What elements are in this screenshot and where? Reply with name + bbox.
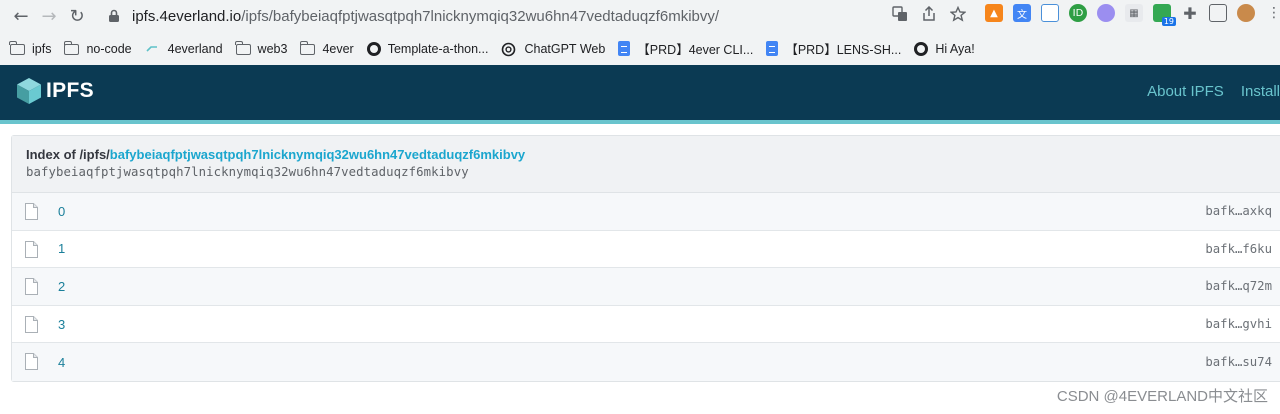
folder-icon [234, 41, 251, 55]
address-bar[interactable]: ipfs.4everland.io/ipfs/bafybeiaqfptjwasq… [98, 2, 978, 30]
ai-extension-icon[interactable] [1097, 4, 1115, 22]
qr-icon[interactable]: ▦ [1125, 4, 1143, 22]
ipfs-title: IPFS [46, 79, 94, 102]
omnibox-actions [892, 5, 967, 26]
bookmark-label: Template-a-thon... [387, 41, 489, 56]
index-prefix: Index of /ipfs/ [26, 147, 110, 162]
file-icon [25, 315, 38, 333]
table-row: 3 bafk…gvhi [12, 306, 1280, 344]
bookmark-label: ipfs [32, 41, 52, 56]
drop-icon[interactable] [1041, 4, 1059, 22]
menu-kebab-icon[interactable]: ⋮ [1265, 4, 1280, 22]
folder-icon [299, 41, 316, 55]
bookmark-web3[interactable]: web3 [234, 37, 295, 61]
bookmark-label: ChatGPT Web [524, 41, 606, 56]
table-row: 1 bafk…f6ku [12, 231, 1280, 269]
bookmark-label: 4everland [167, 41, 223, 56]
extensions-bar: ▲ 文 ID ▦ 19 ✚ ⋮ [985, 4, 1280, 26]
bookmark-label: no-code [86, 41, 132, 56]
ipfs-cube-icon [16, 77, 42, 105]
translate-extension-icon[interactable]: 文 [1013, 4, 1031, 22]
bookmark-no-code[interactable]: no-code [63, 37, 138, 61]
file-icon [25, 240, 38, 258]
file-link[interactable]: 2 [58, 279, 65, 294]
file-hash[interactable]: bafk…axkq [1205, 204, 1272, 218]
browser-chrome: ← → ↻ ipfs.4everland.io/ipfs/bafybeiaqfp… [0, 0, 1280, 65]
address-bar-row: ← → ↻ ipfs.4everland.io/ipfs/bafybeiaqfp… [0, 0, 1280, 32]
bookmark-label: web3 [257, 41, 288, 56]
folder-icon [63, 41, 80, 55]
file-link[interactable]: 3 [58, 317, 65, 332]
table-row: 0 bafk…axkq [12, 193, 1280, 231]
bookmark-label: 【PRD】4ever CLI... [637, 43, 754, 57]
badge-count: 19 [1161, 17, 1176, 26]
file-link[interactable]: 0 [58, 204, 65, 219]
extension-badge-icon[interactable]: 19 [1153, 4, 1176, 26]
file-hash[interactable]: bafk…gvhi [1205, 317, 1272, 331]
bookmarks-bar: ipfs no-code 4everland web3 4ever Templa… [0, 32, 1280, 65]
folder-icon [9, 41, 25, 55]
4everland-icon [145, 42, 161, 56]
bookmark-prd-4ever-cli[interactable]: 【PRD】4ever CLI... [618, 37, 760, 61]
chatgpt-icon [501, 42, 517, 56]
bookmark-hi-aya[interactable]: Hi Aya! [914, 37, 981, 61]
nav-about-ipfs[interactable]: About IPFS [1147, 83, 1224, 100]
back-button[interactable]: ← [9, 4, 33, 28]
bookmark-label: Hi Aya! [935, 41, 975, 56]
globe-icon [914, 41, 929, 56]
table-row: 4 bafk…su74 [12, 343, 1280, 381]
index-cid-link[interactable]: bafybeiaqfptjwasqtpqh7lnicknymqiq32wu6hn… [110, 147, 525, 162]
share-icon[interactable] [922, 5, 936, 26]
reload-button[interactable]: ↻ [65, 4, 89, 28]
directory-listing: Index of /ipfs/bafybeiaqfptjwasqtpqh7lni… [11, 135, 1280, 382]
url-path: /ipfs/bafybeiaqfptjwasqtpqh7lnicknymqiq3… [241, 7, 720, 25]
bookmark-ipfs[interactable]: ipfs [9, 37, 58, 61]
cid-plain: bafybeiaqfptjwasqtpqh7lnicknymqiq32wu6hn… [26, 165, 469, 179]
listing-header: Index of /ipfs/bafybeiaqfptjwasqtpqh7lni… [12, 136, 1280, 193]
ipfs-logo[interactable]: IPFS [16, 77, 94, 105]
side-panel-icon[interactable] [1209, 4, 1227, 22]
doc-icon [618, 41, 631, 56]
file-icon [25, 353, 38, 371]
file-hash[interactable]: bafk…q72m [1205, 279, 1272, 293]
watermark: CSDN @4EVERLAND中文社区 [1056, 388, 1268, 405]
id-icon[interactable]: ID [1069, 4, 1087, 22]
file-icon [25, 278, 38, 296]
listing-rows: 0 bafk…axkq 1 bafk…f6ku 2 bafk…q72m 3 ba… [12, 193, 1280, 381]
bookmark-star-icon[interactable] [949, 5, 967, 26]
bookmark-4ever[interactable]: 4ever [299, 37, 360, 61]
index-title: Index of /ipfs/bafybeiaqfptjwasqtpqh7lni… [26, 147, 1266, 162]
bookmark-chatgpt-web[interactable]: ChatGPT Web [501, 37, 612, 61]
header-accent-strip [0, 120, 1280, 124]
lock-icon[interactable] [108, 9, 122, 23]
bookmark-4everland[interactable]: 4everland [145, 37, 230, 61]
doc-icon [766, 41, 779, 56]
forward-button[interactable]: → [37, 4, 61, 28]
file-hash[interactable]: bafk…su74 [1205, 355, 1272, 369]
file-icon [25, 203, 38, 220]
url-text[interactable]: ipfs.4everland.io/ipfs/bafybeiaqfptjwasq… [132, 8, 719, 25]
table-row: 2 bafk…q72m [12, 268, 1280, 306]
header-nav: About IPFS Install [1147, 83, 1280, 100]
bookmark-template-a-thon[interactable]: Template-a-thon... [366, 37, 496, 61]
metamask-icon[interactable]: ▲ [985, 4, 1003, 22]
globe-icon [366, 41, 381, 56]
file-link[interactable]: 1 [58, 241, 65, 256]
nav-install[interactable]: Install [1241, 83, 1280, 100]
file-hash[interactable]: bafk…f6ku [1205, 242, 1272, 256]
avatar[interactable] [1237, 4, 1255, 22]
bookmark-prd-lens[interactable]: 【PRD】LENS-SH... [766, 37, 908, 61]
translate-icon[interactable] [892, 6, 908, 26]
puzzle-icon[interactable]: ✚ [1181, 4, 1199, 23]
url-host: ipfs.4everland.io [132, 7, 242, 25]
ipfs-header: IPFS About IPFS Install [0, 65, 1280, 120]
bookmark-label: 【PRD】LENS-SH... [785, 43, 902, 57]
file-link[interactable]: 4 [58, 355, 65, 370]
bookmark-label: 4ever [322, 41, 354, 56]
